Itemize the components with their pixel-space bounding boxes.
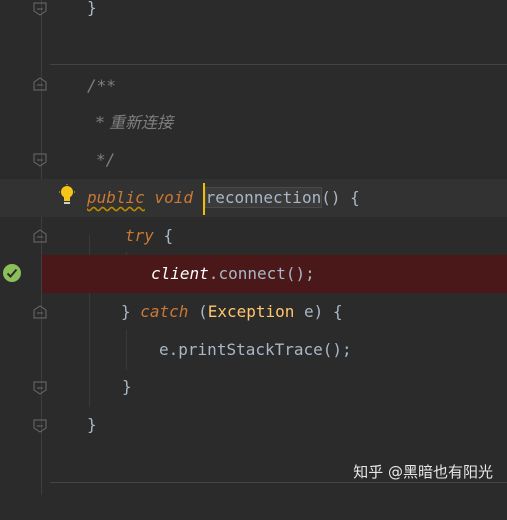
dot: . [208,264,219,283]
try-brace: { [153,226,174,245]
breakpoint-line[interactable]: client.connect(); [42,255,507,293]
client-variable: client [151,264,209,283]
current-code-line[interactable]: public void reconnection() { [0,179,507,217]
code-line[interactable]: e.printStackTrace(); [0,331,507,369]
watermark: 知乎 @黑暗也有阳光 [353,463,493,481]
closing-brace: } [87,0,97,17]
exception-type: Exception [207,302,295,321]
method-signature: public void reconnection() { [87,179,360,217]
javadoc-end: */ [96,150,116,169]
code-line[interactable]: } [0,406,507,444]
exception-variable: e [294,302,314,321]
code-line[interactable]: } catch (Exception e) { [0,293,507,331]
closing-brace: } [122,377,132,396]
keyword-public: public [87,188,145,207]
connect-call: client.connect(); [151,255,315,293]
code-line[interactable]: */ [0,141,507,179]
catch-close: ) { [313,302,343,321]
code-line[interactable]: * 重新连接 [0,104,507,142]
dot: . [168,340,179,359]
closing-brace: } [87,415,97,434]
keyword-catch: catch [140,302,189,321]
call-tail: (); [285,264,315,283]
keyword-void: void [154,188,193,207]
method-name: reconnection [204,187,323,208]
code-line[interactable]: } [0,368,507,406]
catch-open-brace: } [121,302,141,321]
connect-method: connect [218,264,286,283]
code-editor[interactable]: } /** * 重新连接 */ public void reconnection… [0,0,507,495]
keyword-try: try [125,226,154,245]
javadoc-text: * 重新连接 [96,113,174,132]
breakpoint-check-icon[interactable] [3,264,21,282]
text-caret [202,182,205,215]
e-variable: e [159,340,169,359]
method-separator [50,64,507,65]
code-line[interactable]: try { [0,217,507,255]
code-line[interactable]: /** [0,67,507,105]
try-statement: try { [125,217,173,255]
call-tail: (); [322,340,352,359]
print-stack-trace-call: e.printStackTrace(); [159,331,352,369]
method-separator-bottom [50,482,507,483]
signature-tail: () { [321,188,360,207]
lightbulb-icon[interactable] [58,184,76,206]
code-line[interactable]: } [0,0,507,27]
javadoc-start: /** [87,76,116,95]
catch-paren: ( [188,302,208,321]
catch-statement: } catch (Exception e) { [121,293,343,331]
print-stack-trace-method: printStackTrace [178,340,323,359]
